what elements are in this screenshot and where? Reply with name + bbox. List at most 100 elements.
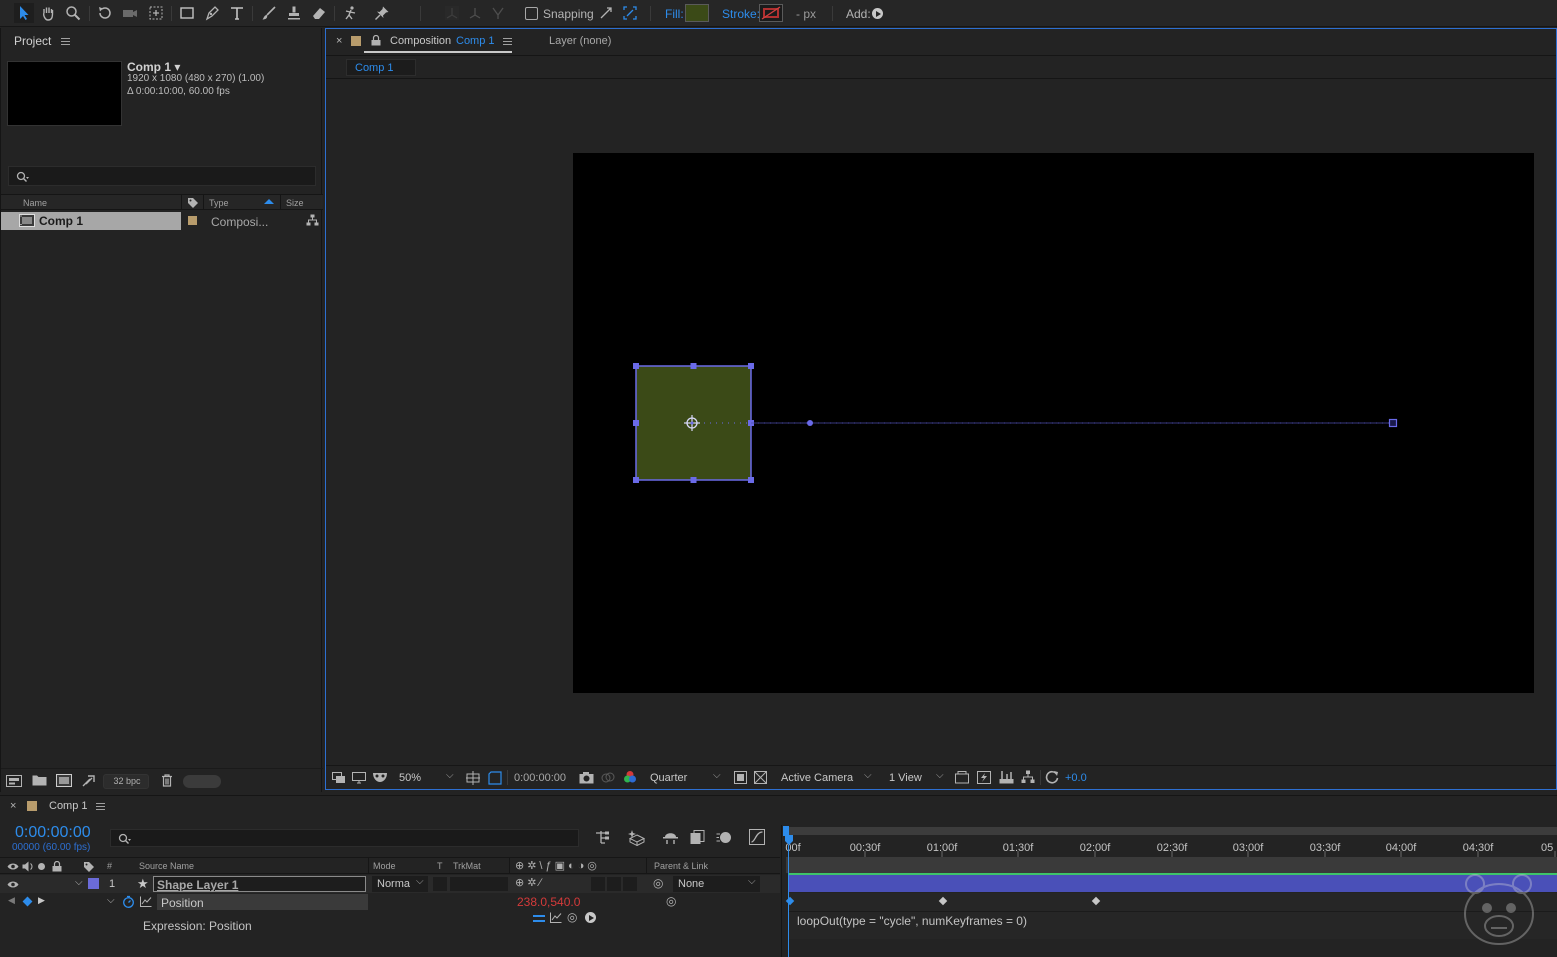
- graph-toggle-icon[interactable]: [140, 896, 152, 907]
- camera-dropdown[interactable]: Active Camera: [781, 772, 853, 784]
- camera-chevron-down-icon[interactable]: ⌵: [864, 770, 872, 781]
- timeline-icon[interactable]: [999, 770, 1014, 784]
- work-area-bar[interactable]: [785, 827, 1557, 835]
- mascot-watermark-icon: [1464, 874, 1534, 945]
- composition-mini-flowchart-icon[interactable]: [595, 830, 611, 845]
- preserve-transparency-toggle[interactable]: [433, 877, 447, 891]
- layer-switch-slot[interactable]: [591, 877, 605, 891]
- draft-3d-icon[interactable]: [628, 829, 646, 846]
- layer-visibility-icon[interactable]: [7, 880, 19, 889]
- layer-duration-bar[interactable]: [789, 875, 1557, 892]
- track-matte-dropdown[interactable]: [450, 877, 508, 891]
- expression-pick-whip-icon[interactable]: ◎: [567, 910, 577, 924]
- label-header-icon[interactable]: [83, 861, 95, 873]
- expression-label: Expression: Position: [143, 919, 252, 933]
- expression-language-menu-icon[interactable]: [585, 912, 596, 923]
- timeline-search-icon: [118, 833, 131, 844]
- transparency-grid-icon[interactable]: [754, 771, 767, 784]
- time-navigator-row: [786, 857, 1557, 873]
- graph-editor-icon[interactable]: [749, 829, 765, 845]
- blend-mode-value: Norma: [377, 878, 411, 890]
- zoom-chevron-down-icon[interactable]: ⌵: [446, 770, 454, 781]
- lock-layer-icon[interactable]: [52, 861, 62, 872]
- layer-row[interactable]: ⌵ 1 ★ Shape Layer 1 Norma ⌵ ⊕✲∕ ◎ None ⌵: [0, 875, 780, 893]
- view-layout-chevron-down-icon[interactable]: ⌵: [936, 770, 944, 781]
- property-track: [789, 893, 1557, 911]
- resolution-dropdown[interactable]: Quarter: [650, 772, 687, 784]
- expression-graph-icon[interactable]: [550, 912, 562, 923]
- always-preview-icon[interactable]: [332, 772, 346, 784]
- work-area-start[interactable]: [783, 826, 789, 836]
- reset-exposure-icon[interactable]: [1045, 770, 1059, 784]
- property-name-field[interactable]: Position: [157, 894, 368, 910]
- timeline-search-input[interactable]: [110, 829, 579, 847]
- fast-previews-icon[interactable]: [977, 771, 991, 784]
- safe-margins-icon[interactable]: [488, 771, 502, 785]
- expression-text[interactable]: loopOut(type = "cycle", numKeyframes = 0…: [797, 914, 1027, 928]
- layer-name: Shape Layer 1: [157, 878, 239, 892]
- resolution-chevron-down-icon[interactable]: ⌵: [713, 770, 721, 781]
- shy-layers-icon[interactable]: [662, 830, 679, 845]
- frame-blending-icon[interactable]: [690, 830, 705, 845]
- mask-visibility-icon[interactable]: [372, 771, 388, 784]
- motion-blur-icon[interactable]: [716, 830, 732, 845]
- comp-viewer-controls: 50% ⌵ 0:00:00:00 Quarter ⌵ Active Camera…: [326, 765, 1556, 789]
- expression-editor[interactable]: loopOut(type = "cycle", numKeyframes = 0…: [789, 911, 1557, 939]
- layer-expand-chevron-icon[interactable]: ⌵: [75, 877, 83, 888]
- blend-mode-dropdown[interactable]: Norma ⌵: [372, 876, 428, 892]
- channel-rgb-icon[interactable]: [623, 770, 637, 784]
- motion-path-keyframe[interactable]: [807, 420, 813, 426]
- trkmat-header[interactable]: TrkMat: [453, 861, 481, 871]
- timeline-column-header: # Source Name Mode T TrkMat ⊕✲\ƒ▣◐◑◎ Par…: [0, 857, 780, 874]
- position-value[interactable]: 238.0,540.0: [517, 895, 580, 909]
- layer-label-color[interactable]: [88, 878, 99, 889]
- solo-icon[interactable]: [38, 863, 45, 870]
- parent-link-header[interactable]: Parent & Link: [654, 861, 708, 871]
- frame-info: 00000 (60.00 fps): [12, 842, 91, 853]
- stopwatch-icon[interactable]: [122, 895, 135, 908]
- layer-number-header: #: [107, 861, 113, 871]
- toggle-pixel-aspect-icon[interactable]: [955, 771, 969, 784]
- monitor-icon[interactable]: [352, 772, 366, 784]
- enable-expression-icon[interactable]: [533, 913, 545, 924]
- layer-switch-slot[interactable]: [607, 877, 621, 891]
- t-header: T: [437, 861, 443, 871]
- layer-name-field[interactable]: Shape Layer 1: [153, 876, 366, 892]
- current-time-line: [788, 845, 789, 957]
- audio-icon[interactable]: [22, 861, 34, 872]
- blend-mode-chevron-icon: ⌵: [416, 876, 424, 887]
- current-time-display[interactable]: 0:00:00:00: [15, 824, 91, 842]
- property-name: Position: [161, 896, 204, 910]
- property-expand-chevron-icon[interactable]: ⌵: [107, 895, 115, 906]
- viewer-timecode[interactable]: 0:00:00:00: [514, 772, 566, 784]
- motion-path-end-keyframe[interactable]: [1388, 418, 1398, 428]
- property-pick-whip-icon[interactable]: ◎: [666, 894, 676, 908]
- comp-flowchart-icon[interactable]: [1021, 770, 1035, 784]
- source-name-header[interactable]: Source Name: [139, 861, 194, 871]
- prev-keyframe-icon[interactable]: ◀: [8, 895, 15, 906]
- timeline-label-swatch: [27, 801, 37, 811]
- parent-value: None: [678, 878, 705, 890]
- fit-icon[interactable]: [466, 771, 480, 785]
- shape-layer-star-icon: ★: [137, 876, 149, 891]
- exposure-value[interactable]: +0.0: [1065, 772, 1087, 784]
- video-visibility-icon[interactable]: [7, 862, 19, 871]
- view-layout-dropdown[interactable]: 1 View: [889, 772, 922, 784]
- snapshot-camera-icon[interactable]: [579, 771, 594, 784]
- parent-dropdown[interactable]: None ⌵: [673, 876, 760, 892]
- timeline-panel-menu-icon[interactable]: [96, 803, 105, 810]
- position-property-row[interactable]: ◀ ▶ ⌵ Position 238.0,540.0 ◎: [0, 893, 780, 911]
- layer-switch-slot[interactable]: [623, 877, 637, 891]
- timeline-tab[interactable]: Comp 1: [49, 800, 88, 812]
- show-snapshot-icon[interactable]: [601, 771, 615, 784]
- switches-header-icons[interactable]: ⊕✲\ƒ▣◐◑◎: [515, 859, 600, 872]
- region-of-interest-icon[interactable]: [734, 771, 747, 784]
- parent-chevron-icon: ⌵: [748, 876, 756, 887]
- layer-switch-icons[interactable]: ⊕✲∕: [515, 876, 544, 889]
- pick-whip-icon[interactable]: ◎: [653, 876, 663, 890]
- next-keyframe-icon[interactable]: ▶: [38, 895, 45, 906]
- close-timeline-tab-icon[interactable]: ×: [10, 800, 16, 812]
- mode-header[interactable]: Mode: [373, 861, 396, 871]
- zoom-dropdown[interactable]: 50%: [399, 772, 421, 784]
- add-keyframe-icon[interactable]: [22, 896, 33, 907]
